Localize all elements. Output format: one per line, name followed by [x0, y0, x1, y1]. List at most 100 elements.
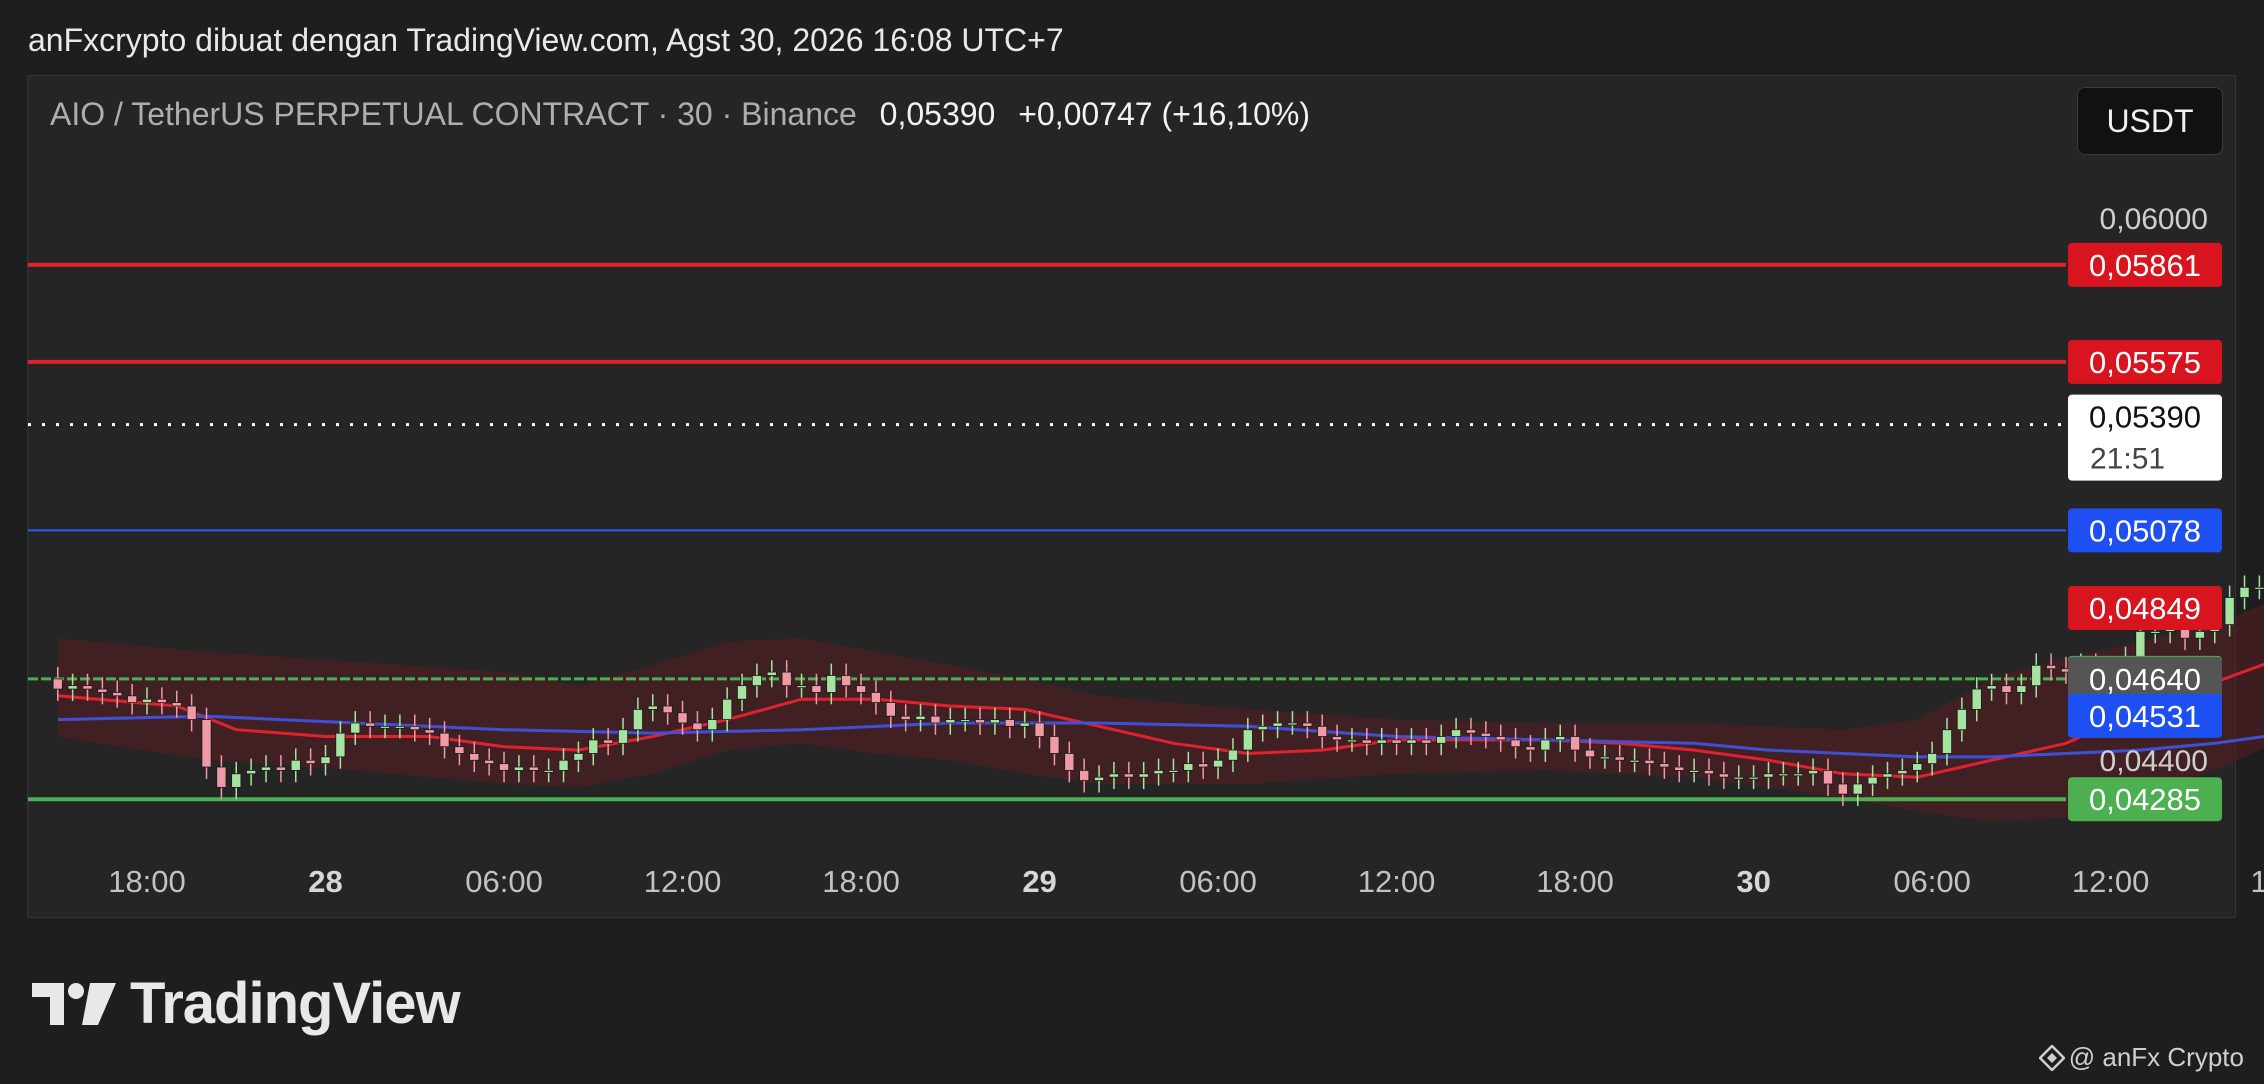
candle-body [171, 702, 182, 707]
candle-body [2031, 664, 2042, 687]
candle-body [1689, 770, 1700, 773]
candle-body [558, 759, 569, 771]
candle-body [1956, 708, 1967, 731]
candle-body [1183, 763, 1194, 771]
candle-body [2135, 631, 2146, 659]
currency-unit-button[interactable]: USDT [2077, 87, 2223, 155]
candle-body [1674, 766, 1685, 771]
candle-body [1837, 783, 1848, 795]
candle-body [722, 698, 733, 720]
candle-body [127, 695, 138, 704]
candle-body [1064, 753, 1075, 771]
candle-body [1584, 749, 1595, 758]
candle-body [1659, 763, 1670, 768]
candle-body [2224, 597, 2235, 626]
candle-body [781, 671, 792, 687]
candle-body [900, 715, 911, 720]
candle-body [1852, 783, 1863, 795]
candle-body [439, 732, 450, 748]
candle-body [290, 759, 301, 771]
candle-body [2254, 586, 2264, 590]
x-tick-label: 06:00 [1893, 864, 1971, 899]
candle-body [394, 725, 405, 729]
candle-body [573, 753, 584, 761]
candle-body [841, 675, 852, 687]
candle-body [513, 766, 524, 771]
x-tick-label: 18:00 [1536, 864, 1614, 899]
candle-body [1510, 739, 1521, 748]
y-tick-label: 0,04400 [2100, 745, 2208, 778]
x-tick-label: 06:00 [465, 864, 543, 899]
candle-body [82, 685, 93, 690]
x-tick-label: 06:00 [1179, 864, 1257, 899]
candle-body [305, 759, 316, 765]
candle-body [1614, 756, 1625, 761]
candle-body [692, 722, 703, 731]
candle-body [1302, 722, 1313, 727]
price-change: +0,00747 (+16,10%) [1018, 96, 1311, 132]
candle-body [1049, 736, 1060, 754]
candle-body [647, 705, 658, 710]
price-label: 0,05861 [2089, 248, 2201, 283]
candle-body [186, 705, 197, 720]
candle-body [1555, 736, 1566, 741]
candle-body [1778, 773, 1789, 777]
candle-body [1079, 770, 1090, 781]
candle-body [469, 753, 480, 761]
candle-body [2150, 631, 2161, 634]
candle-body [662, 705, 673, 714]
author-credit: @ anFx Crypto [2038, 1042, 2244, 1073]
candle-body [1822, 770, 1833, 785]
candle-body [811, 685, 822, 693]
candle-body [1718, 773, 1729, 778]
candle-body [915, 715, 926, 720]
price-label: 0,04285 [2089, 782, 2201, 817]
candle-body [1644, 759, 1655, 765]
candle-body [1361, 739, 1372, 744]
candle-body [1004, 719, 1015, 727]
candle-body [1480, 732, 1491, 737]
candle-body [543, 770, 554, 773]
candle-body [1793, 773, 1804, 777]
candle-body [1213, 759, 1224, 768]
candle-body [484, 759, 495, 765]
price-label: 0,04849 [2089, 591, 2201, 626]
candle-body [960, 719, 971, 722]
candle-body [1138, 773, 1149, 778]
candle-body [335, 732, 346, 758]
candle-body [528, 766, 539, 771]
candle-body [499, 763, 510, 771]
candle-body [1406, 739, 1417, 744]
price-label: 0,04531 [2089, 699, 2201, 734]
candle-body [1332, 736, 1343, 741]
candle-body [1986, 685, 1997, 690]
candle-body [1465, 729, 1476, 734]
candle-body [707, 719, 718, 731]
candle-body [261, 766, 272, 771]
symbol-legend: AIO / TetherUS PERPETUAL CONTRACT · 30 ·… [50, 96, 1310, 133]
candle-body [945, 719, 956, 724]
logo-wordmark: TradingView [130, 971, 461, 1036]
x-tick-label: 12:00 [2072, 864, 2150, 899]
candle-body [826, 675, 837, 693]
candle-body [1897, 770, 1908, 775]
candle-body [930, 715, 941, 724]
candle-body [677, 712, 688, 724]
last-price: 0,05390 [879, 96, 996, 132]
candle-body [870, 692, 881, 704]
candle-body [2046, 664, 2057, 670]
credit-text: @ anFx Crypto [2068, 1042, 2244, 1072]
price-chart[interactable]: 0,06000 0,04400 0,05861 0,05575 0,05390 21:51… [0, 0, 2264, 1084]
candle-body [275, 766, 286, 771]
diamond-logo-icon [2038, 1044, 2065, 1071]
candle-body [1495, 736, 1506, 741]
price-label: 0,05390 [2089, 400, 2201, 435]
bar-countdown: 21:51 [2090, 443, 2165, 476]
candle-body [766, 671, 777, 676]
candle-body [603, 739, 614, 744]
candle-body [1094, 776, 1105, 781]
candle-body [365, 722, 376, 727]
candle-body [1421, 739, 1432, 744]
candle-body [1317, 725, 1328, 737]
candle-body [588, 739, 599, 754]
